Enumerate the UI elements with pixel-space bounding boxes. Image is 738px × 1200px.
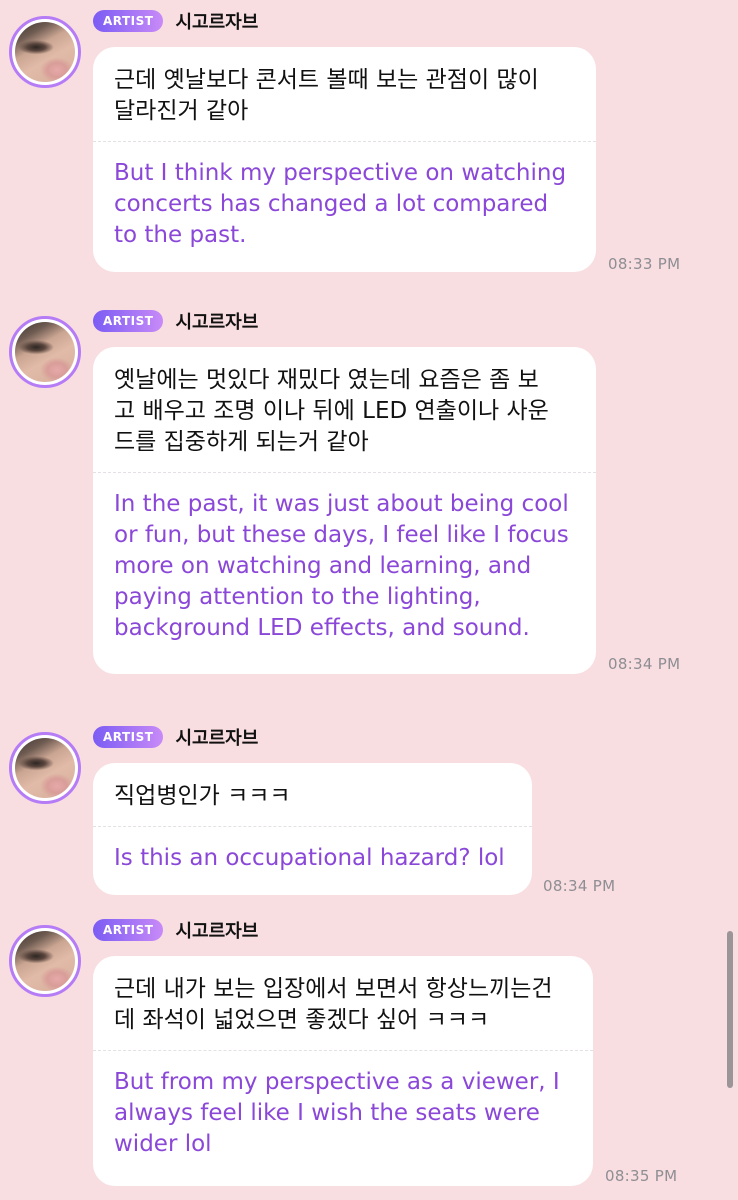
- scrollbar[interactable]: [727, 931, 733, 1088]
- message-header: ARTIST 시고르자브: [93, 8, 258, 34]
- timestamp: 08:34 PM: [608, 655, 681, 673]
- timestamp: 08:34 PM: [543, 877, 616, 895]
- sender-name: 시고르자브: [175, 921, 259, 942]
- message-header: ARTIST 시고르자브: [93, 917, 258, 943]
- translated-text: But from my perspective as a viewer, I a…: [114, 1069, 560, 1157]
- korean-text: 근데 옛날보다 콘서트 볼때 보는 관점이 많이 달라진거 같아: [114, 67, 539, 124]
- translated-text: Is this an occupational hazard? lol: [114, 845, 505, 871]
- translated-text: But I think my perspective on watching c…: [114, 160, 567, 248]
- timestamp: 08:35 PM: [605, 1167, 678, 1185]
- sender-name: 시고르자브: [175, 12, 259, 33]
- artist-avatar[interactable]: [9, 16, 81, 88]
- sender-name: 시고르자브: [175, 728, 259, 749]
- translated-text: In the past, it was just about being coo…: [114, 491, 569, 641]
- message-bubble[interactable]: 근데 내가 보는 입장에서 보면서 항상느끼는건 데 좌석이 넓었으면 좋겠다 …: [93, 956, 593, 1186]
- korean-text: 옛날에는 멋있다 재밌다 였는데 요즘은 좀 보 고 배우고 조명 이나 뒤에 …: [114, 367, 549, 455]
- artist-avatar[interactable]: [9, 925, 81, 997]
- message-header: ARTIST 시고르자브: [93, 724, 258, 750]
- korean-text: 근데 내가 보는 입장에서 보면서 항상느끼는건 데 좌석이 넓었으면 좋겠다 …: [114, 976, 553, 1033]
- avatar-photo: [15, 22, 75, 82]
- message-bubble[interactable]: 직업병인가 ㅋㅋㅋ Is this an occupational hazard…: [93, 763, 532, 895]
- message-header: ARTIST 시고르자브: [93, 308, 258, 334]
- message-bubble[interactable]: 옛날에는 멋있다 재밌다 였는데 요즘은 좀 보 고 배우고 조명 이나 뒤에 …: [93, 347, 596, 674]
- avatar-photo: [15, 322, 75, 382]
- avatar-photo: [15, 931, 75, 991]
- artist-badge: ARTIST: [93, 10, 164, 32]
- sender-name: 시고르자브: [175, 312, 259, 333]
- artist-badge: ARTIST: [93, 919, 164, 941]
- artist-avatar[interactable]: [9, 316, 81, 388]
- artist-avatar[interactable]: [9, 732, 81, 804]
- message-bubble[interactable]: 근데 옛날보다 콘서트 볼때 보는 관점이 많이 달라진거 같아 But I t…: [93, 47, 596, 272]
- korean-text: 직업병인가 ㅋㅋㅋ: [114, 783, 291, 809]
- artist-badge: ARTIST: [93, 726, 164, 748]
- artist-badge: ARTIST: [93, 310, 164, 332]
- timestamp: 08:33 PM: [608, 255, 681, 273]
- avatar-photo: [15, 738, 75, 798]
